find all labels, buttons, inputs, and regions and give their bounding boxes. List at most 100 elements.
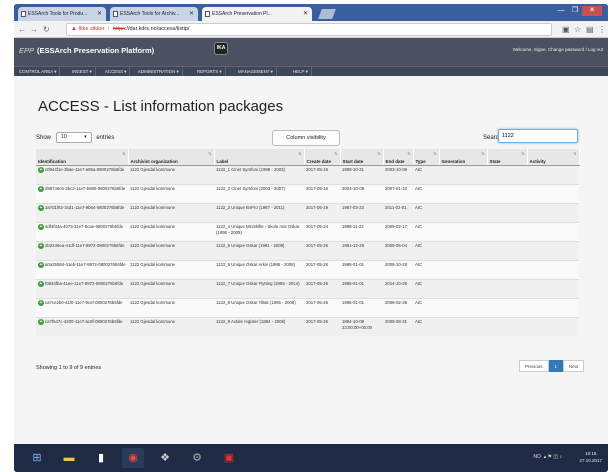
cell-value: 1122 Gjesdal kommune [130, 185, 176, 191]
cell-value: AIC [415, 223, 423, 229]
url-input[interactable]: ▲ Ikke sikker | https://dar.kdrs.no/acce… [66, 23, 552, 36]
app-abbrev: EPP [19, 46, 35, 55]
close-icon[interactable]: ✕ [97, 7, 102, 21]
cell-generation [439, 202, 487, 222]
browser-tab-2[interactable]: ESSArch Tools for Archiv... ✕ [110, 7, 198, 21]
expand-plus-icon[interactable]: + [38, 185, 44, 192]
table-row[interactable]: + ca7f647c-4200-11e7-ac8f-0800276b6fde 112… [36, 316, 579, 336]
table-row[interactable]: + ca7ce2b0-41f0-11e7-9cef-0800276b6fde 112… [36, 297, 579, 317]
cell-generation [439, 183, 487, 203]
clock[interactable]: 10:15 27.10.2017 [579, 450, 602, 464]
window-close-icon[interactable]: ✕ [582, 6, 602, 16]
bookmark-star-icon[interactable]: ☆ [574, 24, 581, 35]
sort-icon: ⇅ [433, 151, 437, 156]
table-body: + c0944f1e-3bae-11e7-a96a-0800276b6fde 112… [36, 164, 579, 336]
cell-value: ca7f647c-4200-11e7-ac8f-0800276b6fde [45, 318, 123, 324]
cell-generation [439, 297, 487, 317]
column-header-label: Type [415, 158, 426, 164]
translate-icon[interactable]: ▣ [562, 24, 570, 35]
table-row[interactable]: + a0a25584-41eb-11e7-8972-0800276b6fde 112… [36, 259, 579, 279]
cell-value: 1122_2 Cinet Symfoni (2003 - 2007) [216, 185, 285, 191]
browser-tab-3[interactable]: ESSArch Preservation Pl... ✕ [202, 7, 312, 21]
app-red-icon[interactable]: ▣ [218, 448, 240, 468]
column-header-end-date[interactable]: End date ⇅ [383, 149, 414, 166]
cell-value: 1122_8 Unique Oskar Tiltak (1995 - 2008) [216, 299, 296, 305]
cell-value: 2017-05-26 [306, 299, 328, 305]
system-tray[interactable]: NO ▴ ⚑ ◫ ♪ [533, 454, 562, 460]
cell-activity [527, 297, 579, 317]
cell-identification: + a0a25584-41eb-11e7-8972-0800276b6fde [36, 259, 128, 279]
table-row[interactable]: + f0834fba-41ee-11e7-8972-0800276b6fde 112… [36, 278, 579, 298]
file-explorer-icon[interactable]: ▬ [58, 448, 80, 468]
document-icon[interactable]: ▮ [90, 448, 112, 468]
app-title[interactable]: EPP (ESSArch Preservation Platform) [19, 46, 154, 55]
welcome-text[interactable]: Welcome, Signe. Change password / Log ou… [513, 47, 603, 52]
next-page-button[interactable]: Next [563, 360, 585, 372]
column-header-type[interactable]: Type ⇅ [413, 149, 440, 166]
expand-plus-icon[interactable]: + [38, 242, 44, 249]
cell-value: 1122 Gjesdal kommune [130, 318, 176, 324]
table-row[interactable]: + c0944f1e-3bae-11e7-a96a-0800276b6fde 112… [36, 164, 579, 184]
cell-state [487, 259, 527, 279]
cell-label: 1122_1 Cinet Symfoni (1999 - 2003) [214, 164, 304, 184]
expand-plus-icon[interactable]: + [38, 299, 44, 306]
cell-value: 2017-05-16 [306, 166, 328, 172]
cell-value: AIC [415, 204, 423, 210]
column-header-activity[interactable]: Activity ⇅ [527, 149, 580, 166]
expand-plus-icon[interactable]: + [38, 280, 44, 287]
cell-value: 2011-02-01 [385, 204, 407, 210]
column-header-create-date[interactable]: Create date ⇅ [304, 149, 341, 166]
expand-plus-icon[interactable]: + [38, 166, 44, 173]
expand-plus-icon[interactable]: + [38, 223, 44, 230]
close-icon[interactable]: ✕ [189, 7, 194, 21]
reload-icon[interactable]: ↻ [43, 24, 50, 35]
expand-plus-icon[interactable]: + [38, 318, 44, 325]
cell-start-date: 1999-10-31 [340, 164, 383, 184]
address-bar: ← → ↻ ▲ Ikke sikker | https://dar.kdrs.n… [14, 21, 608, 38]
previous-page-button[interactable]: Previous [519, 360, 549, 372]
column-header-archivist-organization[interactable]: Archivist organization ⇅ [128, 149, 215, 166]
extension-icon[interactable]: ▤ [586, 24, 594, 35]
cell-value: 2017-05-16 [306, 185, 328, 191]
app-icon[interactable]: ❖ [154, 448, 176, 468]
column-header-identification[interactable]: Identification ⇅ [36, 149, 129, 166]
back-arrow-icon[interactable]: ← [18, 24, 26, 35]
expand-plus-icon[interactable]: + [38, 261, 44, 268]
column-header-state[interactable]: State ⇅ [487, 149, 528, 166]
cell-value: 1122_3 Unique BvPro (1987 - 2011) [216, 204, 285, 210]
column-header-generation[interactable]: Generation ⇅ [439, 149, 488, 166]
pagination: Previous 1 Next [519, 360, 585, 372]
page-length-select[interactable]: 10 ▾ [55, 132, 92, 143]
chrome-icon[interactable]: ◉ [122, 448, 144, 468]
table-row[interactable]: +3a7d1f62-3cd1-11e7-9b64-0800276b6fde 112… [36, 202, 579, 222]
new-tab-button[interactable] [318, 9, 336, 19]
page-1-button[interactable]: 1 [548, 360, 564, 372]
maximize-icon[interactable]: ❐ [568, 6, 582, 16]
page-icon [205, 11, 210, 17]
menu-kebab-icon[interactable]: ⋮ [598, 24, 606, 35]
cell-value: 1122_4 Unique MinSkifte - Skole mot Oska… [216, 223, 300, 235]
table-row[interactable]: +2b2246ea-41df-11e7-8972-0800276b6fde 112… [36, 240, 579, 260]
browser-tab-1[interactable]: ESSArch Tools for Produ... ✕ [18, 7, 106, 21]
cell-value: AIC [415, 166, 423, 172]
settings-icon[interactable]: ⚙ [186, 448, 208, 468]
app-name: (ESSArch Preservation Platform) [37, 46, 155, 55]
browser-tab-bar: ESSArch Tools for Produ... ✕ ESSArch Too… [14, 4, 608, 21]
column-visibility-button[interactable]: Column visibility [272, 130, 340, 146]
search-input[interactable] [498, 129, 578, 143]
windows-start-icon[interactable]: ⊞ [26, 448, 48, 468]
page-icon [21, 11, 26, 17]
logo: IKA [214, 42, 228, 55]
table-row[interactable]: +4df3f34a-4075-11e7-9cae-0800276b6fde 112… [36, 221, 579, 241]
cell-label: 1122_7 Unique Oskar Flytting (1995 - 201… [214, 278, 304, 298]
cell-type: AIC [413, 164, 439, 184]
minimize-icon[interactable]: — [554, 6, 568, 16]
cell-generation [439, 278, 487, 298]
column-header-label: Activity [529, 158, 546, 164]
forward-arrow-icon[interactable]: → [30, 24, 38, 35]
column-header-start-date[interactable]: Start date ⇅ [340, 149, 384, 166]
table-row[interactable]: + d98746c6-3bc2-11e7-b980-0800276b6fde 112… [36, 183, 579, 203]
close-icon[interactable]: ✕ [303, 7, 308, 21]
expand-plus-icon[interactable]: + [38, 204, 44, 211]
column-header-label[interactable]: Label ⇅ [214, 149, 305, 166]
